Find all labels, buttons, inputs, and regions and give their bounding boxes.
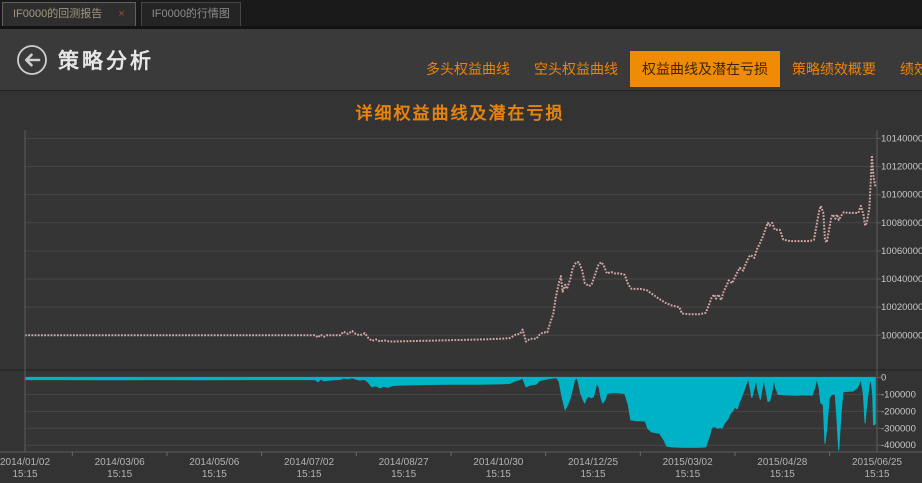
- y-axis-label: 0: [881, 372, 886, 383]
- chart-title: 详细权益曲线及潜在亏损: [355, 104, 565, 123]
- x-axis-label: 2014/08/27 15:15: [378, 457, 429, 480]
- x-axis-label: 2015/06/25 15:15: [851, 457, 903, 480]
- x-axis-label: 2015/04/28 15:15: [757, 457, 808, 480]
- tab-bar: IF0000的回测报告 × IF0000的行情图: [0, 0, 922, 29]
- tab-backtest-report[interactable]: IF0000的回测报告 ×: [2, 2, 136, 26]
- back-button[interactable]: [16, 44, 48, 76]
- x-axis-label: 2014/03/06 15:15: [94, 457, 145, 480]
- y-axis-label: 10120000: [881, 162, 922, 173]
- y-axis-label: -400000: [881, 440, 916, 451]
- nav-item-equity-and-potential-loss[interactable]: 权益曲线及潜在亏损: [630, 51, 780, 87]
- y-axis-label: 10000000: [881, 330, 922, 341]
- y-axis-label: 10140000: [881, 133, 922, 144]
- x-axis-label: 2014/07/02 15:15: [283, 457, 335, 480]
- y-axis-label: 10080000: [881, 218, 922, 229]
- nav-item-performance-ratio[interactable]: 绩效比: [888, 51, 922, 87]
- y-axis-label: 10100000: [881, 190, 922, 201]
- y-axis-label: -300000: [881, 423, 916, 434]
- x-axis-label: 2015/03/02 15:15: [662, 457, 713, 480]
- y-axis-label: -200000: [881, 406, 916, 417]
- nav-menu: 多头权益曲线 空头权益曲线 权益曲线及潜在亏损 策略绩效概要 绩效比: [414, 51, 922, 87]
- tab-market-chart[interactable]: IF0000的行情图: [140, 2, 241, 26]
- page-title: 策略分析: [58, 50, 154, 73]
- header: 策略分析 多头权益曲线 空头权益曲线 权益曲线及潜在亏损 策略绩效概要 绩效比: [0, 29, 922, 91]
- y-axis-label: 10020000: [881, 302, 922, 313]
- nav-item-short-equity-curve[interactable]: 空头权益曲线: [522, 51, 630, 87]
- y-axis-label: -100000: [881, 389, 916, 400]
- x-axis-label: 2014/10/30 15:15: [473, 457, 524, 480]
- x-axis-labels: 2014/01/02 15:15 2014/03/06 15:15 2014/05/06…: [0, 457, 922, 483]
- equity-and-loss-chart: 10000000 10020000 10040000 10060000 10080000…: [0, 130, 922, 456]
- back-arrow-icon: [17, 45, 47, 75]
- y-axis-label: 10060000: [881, 246, 922, 257]
- close-icon[interactable]: ×: [118, 9, 124, 20]
- tab-label: IF0000的行情图: [151, 8, 230, 20]
- plot-background: [25, 130, 877, 452]
- nav-item-long-equity-curve[interactable]: 多头权益曲线: [414, 51, 522, 87]
- y-axis-label: 10040000: [881, 274, 922, 285]
- x-axis-label: 2014/12/25 15:15: [567, 457, 619, 480]
- nav-item-performance-summary[interactable]: 策略绩效概要: [780, 51, 888, 87]
- tab-label: IF0000的回测报告: [13, 8, 103, 20]
- x-axis-label: 2014/01/02 15:15: [0, 457, 51, 480]
- x-axis-label: 2014/05/06 15:15: [189, 457, 240, 480]
